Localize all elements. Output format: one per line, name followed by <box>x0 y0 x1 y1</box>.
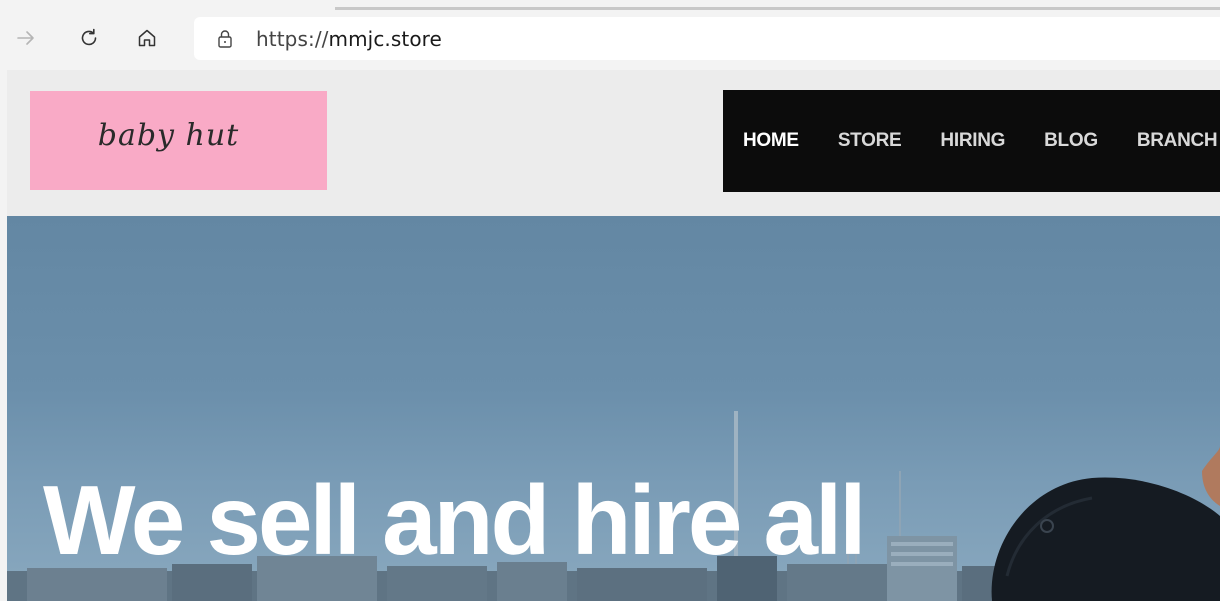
url-host: mmjc.store <box>328 26 442 51</box>
site-header: baby hut HOME STORE HIRING BLOG BRANCH <box>7 70 1220 216</box>
nav-item-store[interactable]: STORE <box>838 130 902 152</box>
forward-arrow-icon <box>17 31 34 45</box>
browser-toolbar: https://mmjc.store <box>0 0 1220 70</box>
address-bar[interactable]: https://mmjc.store <box>194 17 1220 60</box>
main-navigation: HOME STORE HIRING BLOG BRANCH <box>723 90 1220 192</box>
home-icon <box>138 29 156 47</box>
home-button[interactable] <box>131 22 163 54</box>
hero-headline: We sell and hire all <box>43 465 867 575</box>
logo-text: baby hut <box>97 118 240 153</box>
url-scheme: https:// <box>256 26 329 51</box>
web-page: baby hut HOME STORE HIRING BLOG BRANCH W… <box>7 70 1220 601</box>
forward-button[interactable] <box>10 22 42 54</box>
nav-item-blog[interactable]: BLOG <box>1044 130 1098 152</box>
nav-item-branch[interactable]: BRANCH <box>1137 130 1218 152</box>
nav-item-hiring[interactable]: HIRING <box>940 130 1005 152</box>
site-info-button[interactable] <box>194 17 256 60</box>
refresh-icon <box>81 28 97 46</box>
hero-banner: We sell and hire all <box>7 216 1220 601</box>
url-text[interactable]: https://mmjc.store <box>256 27 442 51</box>
site-logo[interactable]: baby hut <box>30 91 327 190</box>
nav-item-home[interactable]: HOME <box>743 130 799 152</box>
refresh-button[interactable] <box>73 22 105 54</box>
lock-icon <box>218 29 232 48</box>
tab-strip-edge <box>335 7 1220 10</box>
